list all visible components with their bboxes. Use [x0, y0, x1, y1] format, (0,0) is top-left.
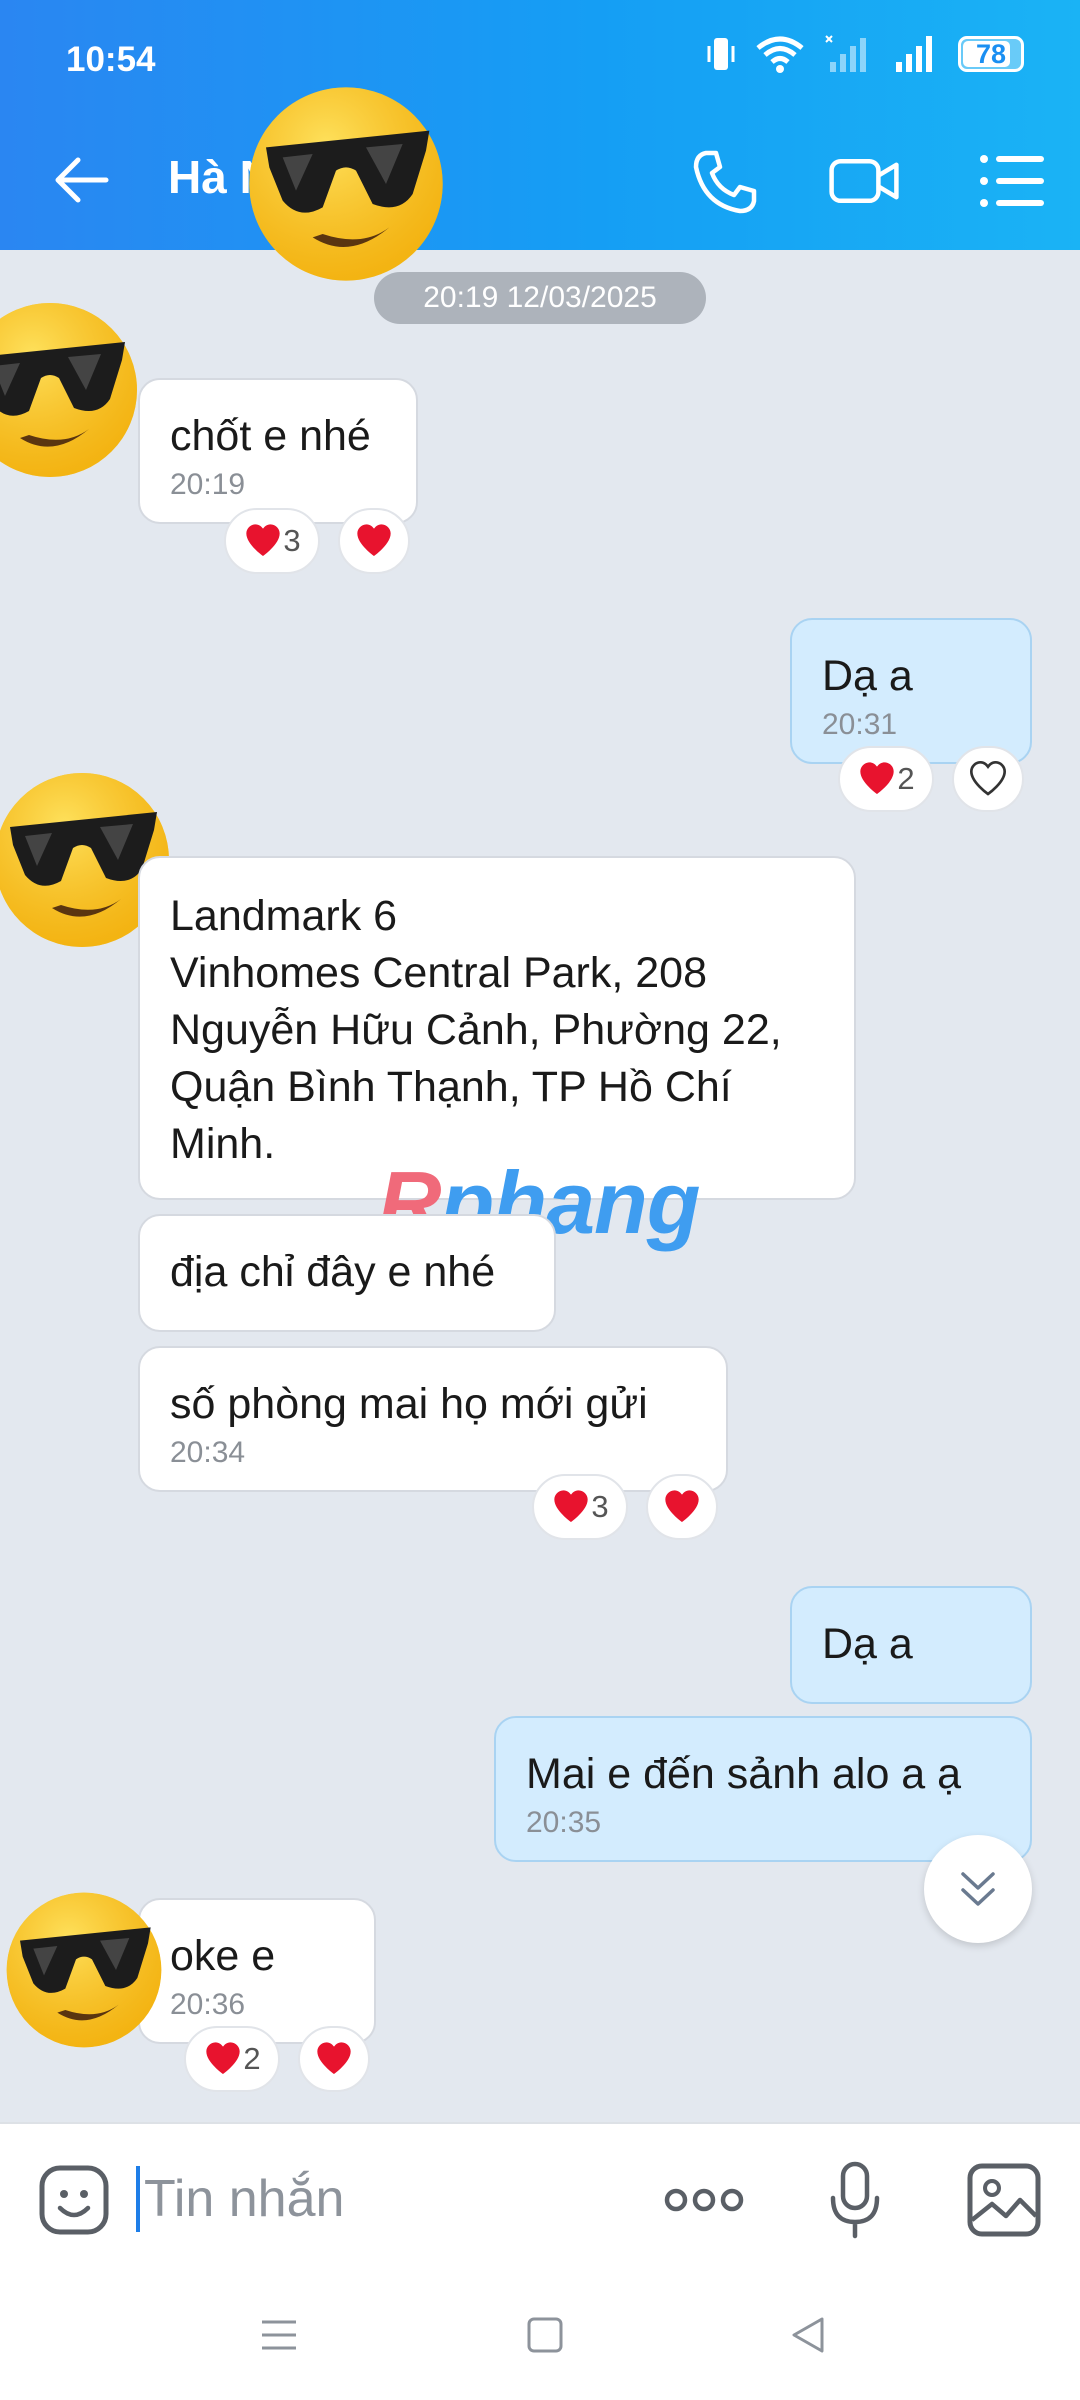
reaction-summary[interactable]: 2 [184, 2026, 280, 2092]
reaction-summary[interactable]: 3 [532, 1474, 628, 1540]
heart-icon [357, 524, 391, 556]
message-text: địa chỉ đây e nhé [170, 1248, 496, 1296]
message-bubble[interactable]: Mai e đến sảnh alo a ạ 20:35 [494, 1716, 1032, 1862]
signal-icon [896, 36, 932, 72]
message-time: 20:19 [170, 468, 246, 501]
heart-icon [317, 2042, 351, 2074]
message-bubble[interactable]: số phòng mai họ mới gửi 20:34 [138, 1346, 728, 1492]
back-nav-icon[interactable] [788, 2314, 830, 2356]
message-line: Vinhomes Central Park, 208 [170, 949, 707, 997]
react-button[interactable] [952, 746, 1024, 812]
chat-header: 10:54 78 Hà N [0, 0, 1080, 250]
home-icon[interactable] [524, 2314, 566, 2356]
react-button[interactable] [646, 1474, 718, 1540]
message-bubble[interactable]: địa chỉ đây e nhé [138, 1214, 556, 1332]
message-line: Nguyễn Hữu Cảnh, Phường 22, [170, 1006, 782, 1054]
status-time: 10:54 [66, 40, 156, 79]
message-input[interactable]: Tin nhắn [136, 2164, 616, 2234]
more-icon[interactable] [662, 2174, 746, 2226]
message-text: Dạ a [822, 652, 913, 700]
recent-apps-icon[interactable] [258, 2314, 300, 2356]
wifi-icon [756, 36, 804, 73]
image-icon[interactable] [966, 2162, 1042, 2238]
microphone-icon[interactable] [826, 2160, 884, 2240]
heart-outline-icon [969, 760, 1007, 796]
message-time: 20:36 [170, 1988, 246, 2021]
text-caret [136, 2166, 140, 2232]
phone-icon[interactable] [688, 145, 760, 217]
react-button[interactable] [298, 2026, 370, 2092]
message-bubble[interactable]: Dạ a 20:31 [790, 618, 1032, 764]
message-text: Dạ a [822, 1620, 913, 1668]
signal-off-icon [825, 35, 866, 72]
message-text: oke e [170, 1932, 276, 1980]
message-line: Landmark 6 [170, 892, 398, 940]
scroll-to-bottom-button[interactable] [924, 1835, 1032, 1943]
heart-icon [206, 2042, 241, 2074]
reaction-count: 2 [897, 761, 915, 796]
message-time: 20:34 [170, 1436, 246, 1469]
heart-icon [665, 1490, 699, 1522]
sticker-icon[interactable] [38, 2164, 110, 2236]
double-chevron-down-icon [961, 1872, 995, 1906]
battery-indicator: 78 [958, 36, 1024, 72]
reaction-count: 3 [283, 523, 301, 558]
back-icon[interactable] [52, 150, 112, 210]
message-input-placeholder: Tin nhắn [144, 2170, 345, 2228]
menu-icon[interactable] [976, 145, 1048, 217]
heart-icon [246, 524, 281, 556]
reaction-count: 2 [243, 2041, 261, 2076]
sender-avatar[interactable] [4, 1890, 164, 2050]
react-button[interactable] [338, 508, 410, 574]
message-time: 20:31 [822, 708, 898, 741]
reaction-count: 3 [591, 1489, 609, 1524]
vibrate-icon [707, 38, 735, 70]
message-text: Mai e đến sảnh alo a ạ [526, 1750, 962, 1798]
video-call-icon[interactable] [828, 145, 900, 217]
message-line: Quận Bình Thạnh, TP Hồ Chí [170, 1063, 732, 1111]
message-bubble[interactable]: chốt e nhé 20:19 [138, 378, 418, 524]
message-text: chốt e nhé [170, 412, 371, 460]
message-bubble[interactable]: oke e 20:36 [138, 1898, 376, 2044]
reaction-summary[interactable]: 2 [838, 746, 934, 812]
sender-avatar[interactable] [0, 300, 140, 480]
message-time: 20:35 [526, 1806, 602, 1839]
heart-icon [860, 762, 895, 794]
heart-icon [554, 1490, 589, 1522]
system-navigation-bar [0, 2274, 1080, 2400]
reaction-summary[interactable]: 3 [224, 508, 320, 574]
message-bubble[interactable]: Dạ a [790, 1586, 1032, 1704]
date-divider: 20:19 12/03/2025 [374, 272, 706, 324]
status-icons: 78 [706, 34, 1024, 74]
contact-avatar[interactable] [246, 84, 446, 284]
message-bubble[interactable]: Landmark 6 Vinhomes Central Park, 208 Ng… [138, 856, 856, 1200]
message-text: số phòng mai họ mới gửi [170, 1380, 648, 1428]
message-input-bar: Tin nhắn [0, 2122, 1080, 2276]
